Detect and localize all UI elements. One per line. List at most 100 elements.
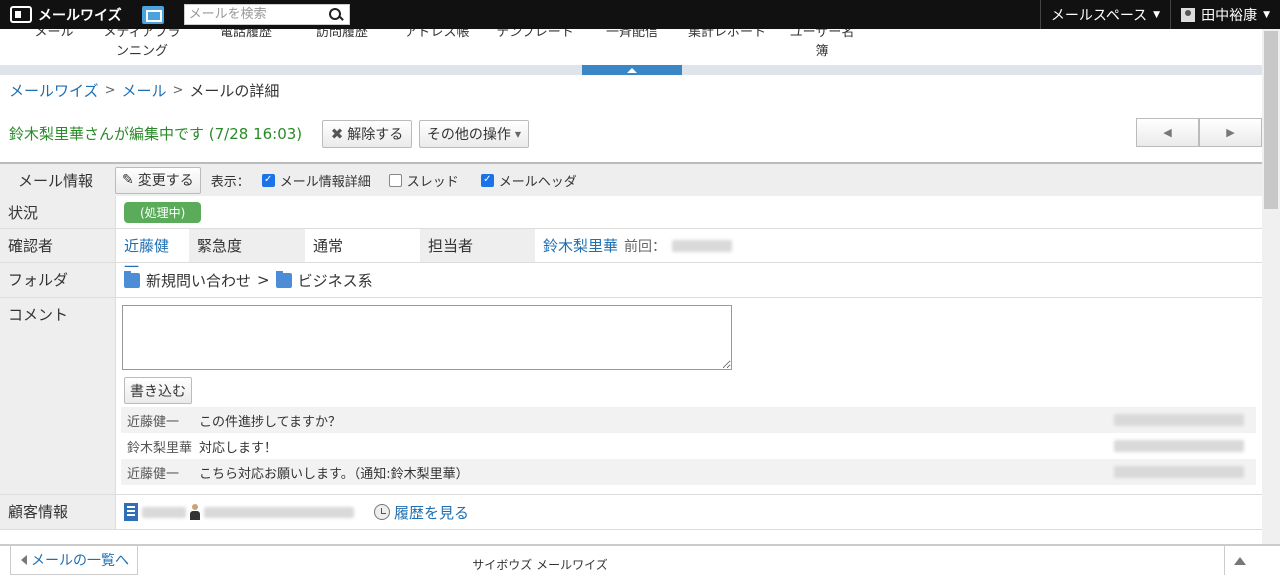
user-name: 田中裕康 [1201, 7, 1258, 24]
option-thread-label: スレッド [406, 174, 459, 190]
other-actions-label: その他の操作 [426, 127, 511, 143]
nav-item-mail[interactable]: メール [34, 29, 74, 42]
nav-item-user-list[interactable]: ユーザー名簿 [784, 29, 860, 61]
comment-user: 近藤健一 [127, 466, 180, 482]
status-row: 状況 (処理中) [0, 196, 1262, 229]
user-icon [1181, 7, 1196, 22]
comment-time-redacted [1114, 414, 1244, 426]
option-mail-header-label: メールヘッダ [498, 174, 577, 190]
breadcrumb-mail[interactable]: メール [121, 80, 166, 101]
search-input[interactable] [184, 5, 325, 24]
company-icon [124, 503, 138, 521]
search-box [183, 4, 350, 25]
history-icon [374, 504, 390, 520]
option-mail-detail[interactable]: メール情報詳細 [261, 171, 371, 190]
next-button[interactable]: ▶ [1199, 118, 1262, 147]
search-icon[interactable] [325, 5, 347, 24]
editing-status: 鈴木梨里華さんが編集中です (7/28 16:03) [9, 125, 303, 143]
space-menu[interactable]: メールスペース ▼ [1039, 0, 1170, 29]
folder-icon [124, 270, 140, 288]
option-mail-detail-label: メール情報詳細 [279, 174, 371, 190]
comment-item: 近藤健一 この件進捗してますか？ [121, 407, 1256, 433]
comment-text: この件進捗してますか？ [199, 414, 341, 430]
caret-down-icon: ▼ [514, 129, 522, 139]
chevron-up-icon [627, 67, 637, 73]
last-label: 前回： [624, 238, 667, 255]
user-menu[interactable]: 田中裕康 ▼ [1170, 0, 1280, 29]
nav-item-phone-history[interactable]: 電話履歴 [218, 29, 274, 42]
assignee-label: 担当者 [420, 229, 535, 262]
page-scrollbar[interactable] [1262, 29, 1280, 544]
last-value-redacted [672, 239, 733, 252]
breadcrumb-root[interactable]: メールワイズ [9, 80, 99, 101]
release-button[interactable]: ✖ 解除する [322, 120, 412, 148]
scroll-top-button[interactable] [1224, 546, 1254, 575]
display-label: 表示： [210, 174, 250, 190]
confirm-label: 確認者 [0, 229, 116, 262]
prev-button[interactable]: ◀ [1136, 118, 1199, 147]
change-button[interactable]: ✎ 変更する [115, 166, 201, 194]
comment-textarea[interactable] [122, 305, 732, 370]
write-comment-button[interactable]: 書き込む [124, 377, 192, 404]
folder-separator: > [257, 271, 270, 289]
nav-item-report[interactable]: 集計レポート [688, 29, 766, 42]
checkbox-mail-detail[interactable] [261, 173, 275, 187]
space-menu-label: メールスペース [1050, 7, 1148, 24]
nav-item-bulk-send[interactable]: 一斉配信 [604, 29, 660, 42]
nav-item-address-book[interactable]: アドレス帳 [402, 29, 472, 42]
customer-name-redacted[interactable] [204, 506, 354, 518]
edit-icon: ✎ [122, 172, 134, 188]
footer: メールの一覧へ サイボウズ メールワイズ [0, 544, 1280, 575]
urgency-value: 通常 [313, 237, 344, 255]
chevron-right-icon: > [172, 83, 184, 98]
nav-item-visit-history[interactable]: 訪問履歴 [312, 29, 372, 42]
triangle-up-icon [1233, 556, 1246, 565]
comment-text: 対応します！ [199, 440, 278, 456]
confirm-row: 確認者 近藤健一 緊急度 通常 担当者 鈴木梨里華 前回： [0, 229, 1262, 276]
footer-brand: サイボウズ メールワイズ [472, 558, 608, 572]
comment-label: コメント [0, 298, 116, 494]
checkbox-thread[interactable] [388, 173, 402, 187]
other-actions-button[interactable]: その他の操作 ▼ [419, 120, 529, 148]
comment-time-redacted [1114, 466, 1244, 478]
logo-icon [10, 6, 32, 23]
caret-down-icon: ▼ [1153, 9, 1161, 20]
folder-path-1[interactable]: 新規問い合わせ [146, 270, 251, 291]
comment-text: こちら対応お願いします。（通知:鈴木梨里華） [199, 466, 469, 482]
app-nav: メール メディアプランニング 電話履歴 訪問履歴 アドレス帳 テンプレート 一斉… [0, 29, 1262, 65]
folder-row: フォルダ 新規問い合わせ > ビジネス系 [0, 263, 1262, 298]
mail-icon[interactable] [141, 5, 164, 24]
confirm-user[interactable]: 近藤健一 [116, 229, 189, 276]
nav-collapse-toggle[interactable] [582, 65, 682, 75]
comment-user: 近藤健一 [127, 414, 180, 430]
view-history-link[interactable]: 履歴を見る [394, 502, 469, 523]
status-badge[interactable]: (処理中) [124, 201, 202, 223]
folder-icon [275, 270, 292, 288]
app-name: メールワイズ [38, 7, 122, 24]
person-icon [190, 504, 200, 520]
change-button-label: 変更する [137, 173, 194, 189]
breadcrumb: メールワイズ > メール > メールの詳細 [9, 80, 279, 101]
comment-user: 鈴木梨里華 [127, 440, 193, 456]
folder-path-2[interactable]: ビジネス系 [298, 270, 373, 291]
folder-label: フォルダ [0, 263, 116, 297]
assignee-user[interactable]: 鈴木梨里華 [543, 235, 618, 256]
checkbox-mail-header[interactable] [480, 173, 494, 187]
nav-item-template[interactable]: テンプレート [495, 29, 575, 42]
option-mail-header[interactable]: メールヘッダ [480, 171, 577, 190]
caret-down-icon: ▼ [1263, 9, 1270, 20]
company-name-redacted[interactable] [142, 506, 186, 518]
app-logo[interactable]: メールワイズ [10, 5, 122, 25]
mail-info-title: メール情報 [18, 171, 94, 190]
nav-item-media-planning[interactable]: メディアプランニング [98, 29, 186, 61]
urgency-label: 緊急度 [189, 229, 305, 262]
close-icon: ✖ [330, 125, 344, 143]
option-thread[interactable]: スレッド [388, 171, 459, 190]
mail-info-bar: メール情報 ✎ 変更する 表示： メール情報詳細 スレッド メールヘッダ [0, 162, 1262, 196]
scrollbar-thumb[interactable] [1264, 31, 1278, 209]
nav-strip [0, 65, 1262, 75]
comment-item: 鈴木梨里華 対応します！ [121, 433, 1256, 459]
comment-time-redacted [1114, 440, 1244, 452]
breadcrumb-current: メールの詳細 [189, 82, 280, 100]
chevron-right-icon: > [104, 83, 116, 98]
